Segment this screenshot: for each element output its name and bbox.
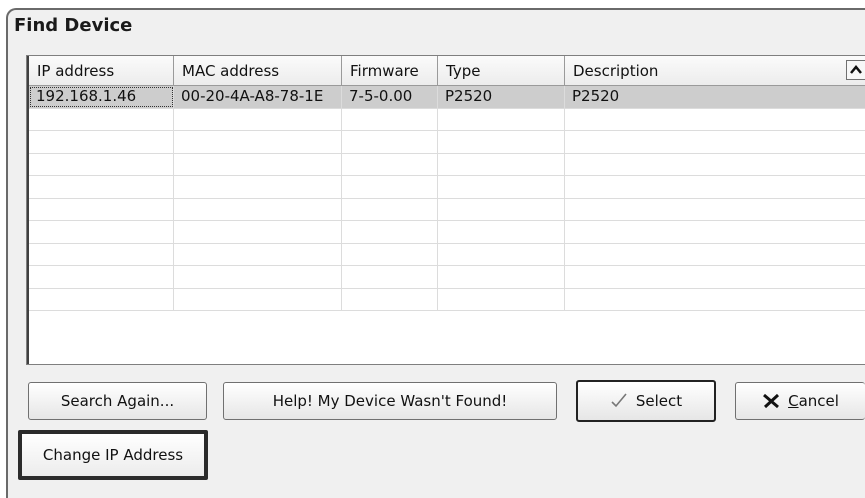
empty-cell: [342, 176, 438, 198]
empty-cell: [174, 198, 342, 220]
cancel-label: Cancel: [788, 392, 839, 410]
chevron-up-icon: [850, 65, 862, 74]
empty-cell: [438, 221, 565, 243]
table-row-empty[interactable]: [29, 221, 865, 244]
table-row-empty[interactable]: [29, 243, 865, 266]
empty-cell: [565, 154, 865, 176]
sort-button[interactable]: [846, 60, 865, 80]
empty-cell: [342, 288, 438, 310]
empty-cell: [29, 153, 174, 175]
cell-type: P2520: [438, 86, 565, 108]
device-grid[interactable]: IP address MAC address Firmware Type Des…: [26, 55, 865, 365]
change-ip-address-label: Change IP Address: [42, 446, 184, 464]
empty-cell: [174, 108, 342, 130]
table-row-empty[interactable]: [29, 266, 865, 289]
empty-cell: [342, 153, 438, 175]
empty-cell: [565, 199, 865, 221]
empty-cell: [29, 266, 174, 288]
empty-cell: [174, 153, 342, 175]
empty-cell: [438, 288, 565, 310]
cancel-mnemonic: C: [788, 392, 799, 410]
empty-cell: [174, 266, 342, 288]
column-header-ip-address[interactable]: IP address: [29, 56, 174, 86]
cell-ip-address: 192.168.1.46: [29, 86, 174, 108]
table-row-empty[interactable]: [29, 108, 865, 131]
empty-cell: [342, 131, 438, 153]
empty-cell: [29, 243, 174, 265]
checkmark-icon: [611, 393, 627, 408]
change-ip-address-button[interactable]: Change IP Address: [18, 430, 208, 480]
cell-firmware: 7-5-0.00: [342, 86, 438, 108]
empty-cell: [342, 243, 438, 265]
table-row-empty[interactable]: [29, 288, 865, 311]
grid-frame: IP address MAC address Firmware Type Des…: [27, 56, 865, 364]
search-again-button[interactable]: Search Again...: [28, 382, 207, 420]
grid-header: IP address MAC address Firmware Type Des…: [29, 56, 865, 86]
empty-cell: [29, 108, 174, 130]
empty-cell: [438, 108, 565, 130]
empty-cell: [565, 109, 865, 131]
empty-cell: [438, 266, 565, 288]
empty-cell: [342, 221, 438, 243]
empty-cell: [438, 176, 565, 198]
help-device-not-found-button[interactable]: Help! My Device Wasn't Found!: [223, 382, 557, 420]
cell-description: P2520: [565, 86, 865, 108]
table-row-empty[interactable]: [29, 176, 865, 199]
column-header-type[interactable]: Type: [438, 56, 565, 86]
table-row[interactable]: 192.168.1.46 00-20-4A-A8-78-1E 7-5-0.00 …: [29, 86, 865, 109]
empty-cell: [29, 198, 174, 220]
search-again-label: Search Again...: [60, 392, 175, 410]
empty-cell: [342, 266, 438, 288]
empty-cell: [565, 266, 865, 288]
grid-rows: 192.168.1.46 00-20-4A-A8-78-1E 7-5-0.00 …: [29, 86, 865, 311]
empty-cell: [565, 131, 865, 153]
empty-cell: [29, 288, 174, 310]
empty-cell: [174, 131, 342, 153]
empty-cell: [29, 131, 174, 153]
empty-cell: [438, 153, 565, 175]
column-header-description[interactable]: Description: [565, 56, 865, 86]
empty-cell: [565, 176, 865, 198]
empty-cell: [174, 176, 342, 198]
table-row-empty[interactable]: [29, 153, 865, 176]
help-device-not-found-label: Help! My Device Wasn't Found!: [272, 392, 508, 410]
empty-cell: [342, 108, 438, 130]
column-header-firmware[interactable]: Firmware: [342, 56, 438, 86]
empty-cell: [438, 131, 565, 153]
window-title: Find Device: [14, 15, 133, 36]
cell-mac-address: 00-20-4A-A8-78-1E: [174, 86, 342, 108]
empty-cell: [438, 243, 565, 265]
table-row-empty[interactable]: [29, 131, 865, 154]
empty-cell: [342, 198, 438, 220]
select-label: Select: [635, 392, 683, 410]
select-button[interactable]: Select: [576, 380, 716, 422]
cancel-label-rest: ancel: [798, 392, 839, 410]
empty-cell: [174, 288, 342, 310]
empty-cell: [438, 198, 565, 220]
empty-cell: [29, 221, 174, 243]
cancel-button[interactable]: Cancel: [735, 382, 865, 420]
empty-cell: [565, 244, 865, 266]
empty-cell: [29, 176, 174, 198]
table-row-empty[interactable]: [29, 198, 865, 221]
empty-cell: [174, 221, 342, 243]
empty-cell: [565, 221, 865, 243]
column-header-mac-address[interactable]: MAC address: [174, 56, 342, 86]
empty-cell: [565, 289, 865, 311]
x-mark-icon: [763, 393, 780, 409]
empty-cell: [174, 243, 342, 265]
